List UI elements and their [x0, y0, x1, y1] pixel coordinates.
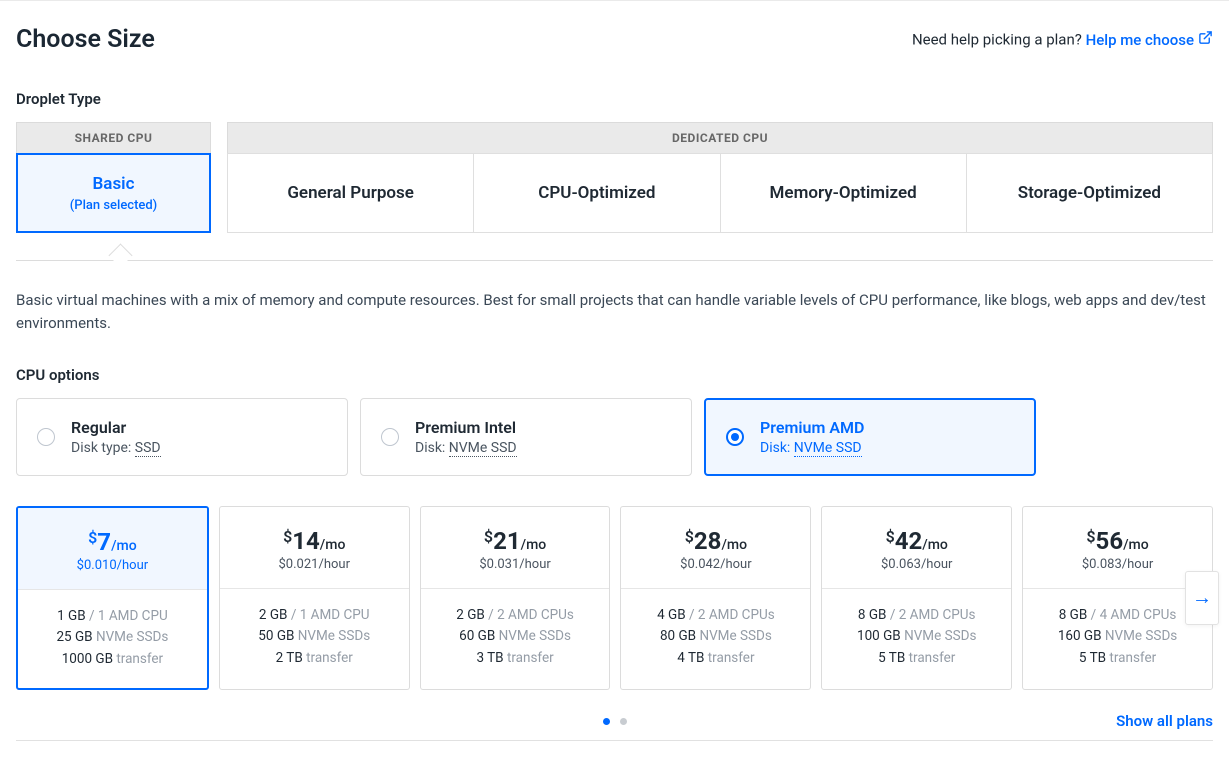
pager-dots — [603, 718, 627, 725]
plan-specs: 8 GB / 4 AMD CPUs160 GB NVMe SSDs5 TB tr… — [1023, 589, 1212, 688]
show-all-plans-link[interactable]: Show all plans — [1116, 712, 1213, 730]
tab-indicator-line — [16, 247, 1213, 261]
plan-price: $14/mo — [228, 527, 401, 555]
pager-dot-2[interactable] — [620, 718, 627, 725]
droplet-type-label: Droplet Type — [16, 90, 1213, 108]
plan-pricing: $56/mo $0.083/hour — [1023, 507, 1212, 589]
plan-card-28[interactable]: $28/mo $0.042/hour 4 GB / 2 AMD CPUs80 GB … — [620, 506, 811, 691]
plan-pricing: $42/mo $0.063/hour — [822, 507, 1011, 589]
memory-optimized-tab[interactable]: Memory-Optimized — [721, 153, 967, 233]
tab-label: Storage-Optimized — [1018, 183, 1161, 203]
cpu-option-title: Premium AMD — [760, 418, 864, 437]
help-me-choose-link[interactable]: Help me choose — [1086, 30, 1213, 49]
plan-pricing: $14/mo $0.021/hour — [220, 507, 409, 589]
plan-hourly: $0.042/hour — [629, 557, 802, 572]
external-link-icon — [1198, 30, 1213, 49]
tab-label: Memory-Optimized — [770, 183, 917, 203]
plan-specs: 2 GB / 1 AMD CPU50 GB NVMe SSDs2 TB tran… — [220, 589, 409, 688]
plan-pricing: $28/mo $0.042/hour — [621, 507, 810, 589]
plan-hourly: $0.031/hour — [429, 557, 602, 572]
plan-card-14[interactable]: $14/mo $0.021/hour 2 GB / 1 AMD CPU50 GB N… — [219, 506, 410, 691]
plan-price: $28/mo — [629, 527, 802, 555]
plan-hourly: $0.021/hour — [228, 557, 401, 572]
plan-price: $21/mo — [429, 527, 602, 555]
plan-price: $42/mo — [830, 527, 1003, 555]
basic-plan-tab[interactable]: Basic (Plan selected) — [16, 153, 211, 233]
radio-icon — [726, 428, 744, 446]
storage-optimized-tab[interactable]: Storage-Optimized — [967, 153, 1213, 233]
cpu-optimized-tab[interactable]: CPU-Optimized — [474, 153, 720, 233]
plan-price: $56/mo — [1031, 527, 1204, 555]
pager-dot-1[interactable] — [603, 718, 610, 725]
help-prefix: Need help picking a plan? — [912, 31, 1086, 49]
cpu-option-title: Premium Intel — [415, 418, 517, 437]
plan-hourly: $0.063/hour — [830, 557, 1003, 572]
tab-label: CPU-Optimized — [538, 183, 655, 203]
next-plans-button[interactable]: → — [1185, 571, 1219, 625]
plan-description: Basic virtual machines with a mix of mem… — [16, 289, 1213, 336]
plan-card-42[interactable]: $42/mo $0.063/hour 8 GB / 2 AMD CPUs100 GB… — [821, 506, 1012, 691]
plan-specs: 4 GB / 2 AMD CPUs80 GB NVMe SSDs4 TB tra… — [621, 589, 810, 688]
cpu-option-premium-amd[interactable]: Premium AMD Disk: NVMe SSD — [704, 398, 1036, 476]
plan-hourly: $0.010/hour — [26, 558, 199, 573]
help-text: Need help picking a plan? Help me choose — [912, 30, 1213, 49]
cpu-option-sub: Disk type: SSD — [71, 440, 161, 456]
plan-specs: 2 GB / 2 AMD CPUs60 GB NVMe SSDs3 TB tra… — [421, 589, 610, 688]
plan-specs: 1 GB / 1 AMD CPU25 GB NVMe SSDs1000 GB t… — [18, 590, 207, 689]
plan-price: $7/mo — [26, 528, 199, 556]
radio-icon — [37, 428, 55, 446]
basic-plan-title: Basic — [93, 174, 135, 194]
plan-card-21[interactable]: $21/mo $0.031/hour 2 GB / 2 AMD CPUs60 GB … — [420, 506, 611, 691]
plan-pricing: $21/mo $0.031/hour — [421, 507, 610, 589]
plan-specs: 8 GB / 2 AMD CPUs100 GB NVMe SSDs5 TB tr… — [822, 589, 1011, 688]
dedicated-cpu-header: DEDICATED CPU — [227, 122, 1213, 153]
tab-label: General Purpose — [287, 183, 414, 203]
cpu-option-sub: Disk: NVMe SSD — [415, 440, 517, 456]
cpu-option-premium-intel[interactable]: Premium Intel Disk: NVMe SSD — [360, 398, 692, 476]
page-title: Choose Size — [16, 25, 155, 54]
plan-card-7[interactable]: $7/mo $0.010/hour 1 GB / 1 AMD CPU25 GB NV… — [16, 506, 209, 691]
general-purpose-tab[interactable]: General Purpose — [227, 153, 474, 233]
cpu-option-title: Regular — [71, 418, 161, 437]
help-link-label: Help me choose — [1086, 31, 1194, 49]
plan-pricing: $7/mo $0.010/hour — [18, 508, 207, 590]
shared-cpu-header: SHARED CPU — [16, 122, 211, 153]
basic-plan-sub: (Plan selected) — [70, 198, 157, 213]
cpu-option-sub: Disk: NVMe SSD — [760, 440, 864, 456]
radio-icon — [381, 428, 399, 446]
arrow-right-icon: → — [1192, 585, 1212, 610]
cpu-options-label: CPU options — [16, 366, 1213, 384]
plan-hourly: $0.083/hour — [1031, 557, 1204, 572]
cpu-option-regular[interactable]: Regular Disk type: SSD — [16, 398, 348, 476]
